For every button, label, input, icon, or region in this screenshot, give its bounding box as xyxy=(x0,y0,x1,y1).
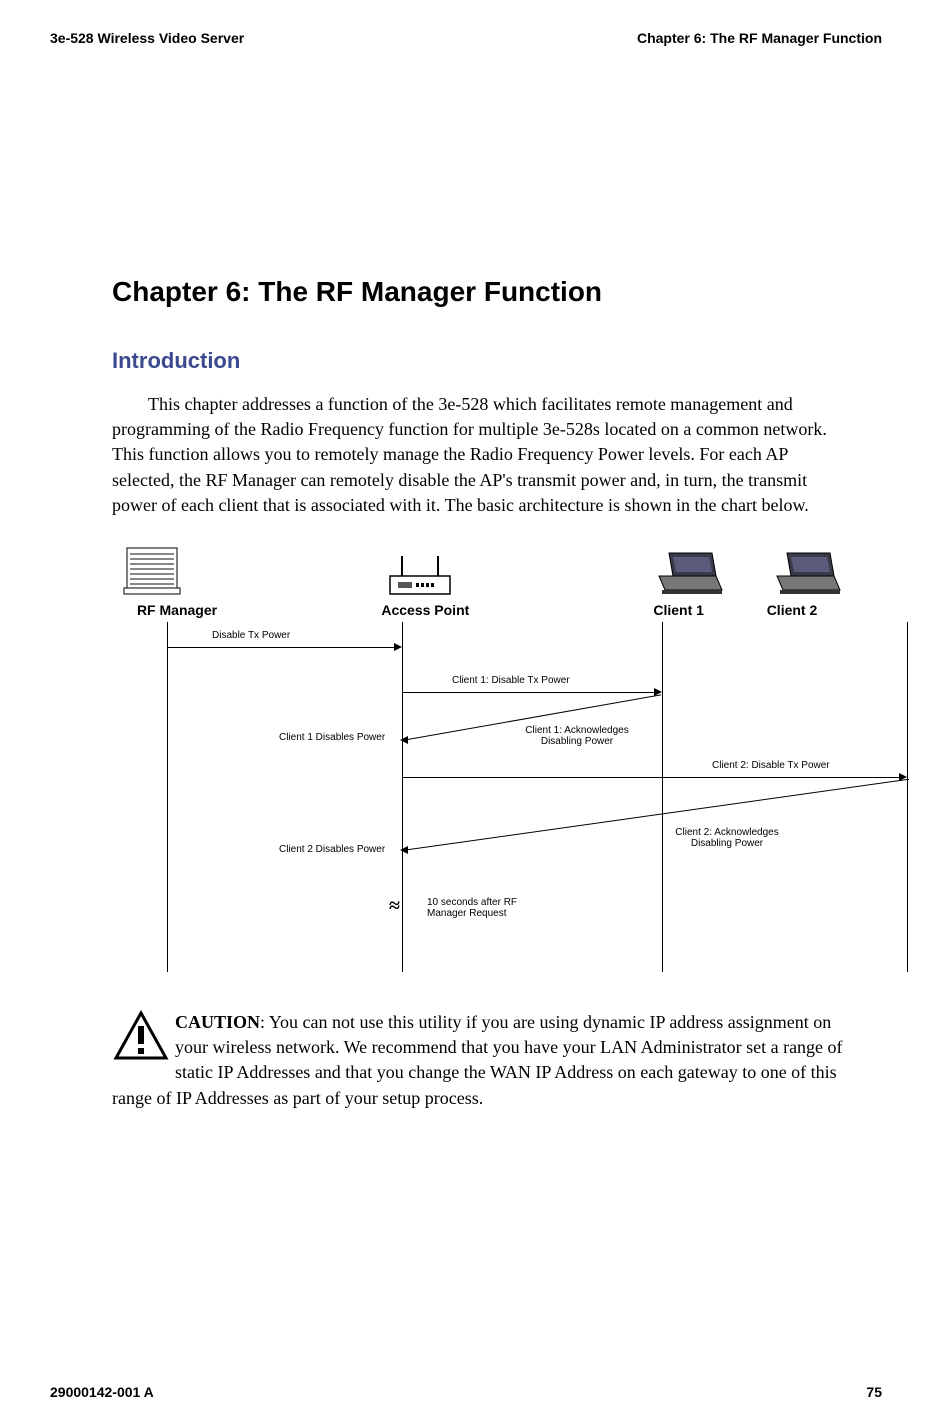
msg-c1-ack: Client 1: Acknowledges Disabling Power xyxy=(512,725,642,747)
label-client1: Client 1 xyxy=(629,602,729,618)
arrow-icon xyxy=(400,736,408,744)
msg-disable-tx: Disable Tx Power xyxy=(212,630,290,641)
lifeline-access-point xyxy=(402,622,403,972)
arrow-line xyxy=(402,777,902,778)
chapter-title: Chapter 6: The RF Manager Function xyxy=(112,276,882,308)
msg-c2-disables: Client 2 Disables Power xyxy=(279,844,385,855)
lifeline-rf-manager xyxy=(167,622,168,972)
sequence-area: Disable Tx Power Client 1: Disable Tx Po… xyxy=(112,622,852,982)
label-access-point: Access Point xyxy=(365,602,485,618)
msg-c2-ack: Client 2: Acknowledges Disabling Power xyxy=(662,827,792,849)
arrow-line xyxy=(402,692,657,693)
arrow-line xyxy=(402,779,909,851)
laptop-icon xyxy=(772,548,842,596)
footer-right: 75 xyxy=(866,1384,882,1400)
arrow-icon xyxy=(400,846,408,854)
section-title: Introduction xyxy=(112,348,882,374)
caution-icon xyxy=(112,1010,170,1065)
arrow-line xyxy=(167,647,397,648)
arrow-icon xyxy=(394,643,402,651)
msg-pause: 10 seconds after RF Manager Request xyxy=(427,897,537,919)
msg-c2-disable: Client 2: Disable Tx Power xyxy=(712,760,830,771)
sequence-diagram: RF Manager Access Point Client 1 Client … xyxy=(112,546,852,982)
caution-label: CAUTION xyxy=(175,1012,260,1032)
intro-paragraph: This chapter addresses a function of the… xyxy=(112,392,852,518)
msg-c1-disable: Client 1: Disable Tx Power xyxy=(452,675,570,686)
page-header: 3e-528 Wireless Video Server Chapter 6: … xyxy=(50,30,882,46)
diagram-labels-row: RF Manager Access Point Client 1 Client … xyxy=(112,602,852,618)
caution-text: CAUTION: You can not use this utility if… xyxy=(112,1012,843,1108)
page-footer: 29000142-001 A 75 xyxy=(50,1384,882,1400)
server-icon xyxy=(122,546,182,596)
msg-c1-disables: Client 1 Disables Power xyxy=(279,732,385,743)
label-rf-manager: RF Manager xyxy=(117,602,237,618)
laptop-icon xyxy=(654,548,724,596)
pause-icon: ≈ xyxy=(389,895,400,918)
lifeline-client1 xyxy=(662,622,663,972)
caution-block: CAUTION: You can not use this utility if… xyxy=(112,1010,852,1111)
footer-left: 29000142-001 A xyxy=(50,1384,154,1400)
header-left: 3e-528 Wireless Video Server xyxy=(50,30,244,46)
header-right: Chapter 6: The RF Manager Function xyxy=(637,30,882,46)
label-client2: Client 2 xyxy=(742,602,842,618)
lifeline-client2 xyxy=(907,622,908,972)
diagram-icons-row xyxy=(112,546,852,596)
access-point-icon xyxy=(380,551,460,596)
